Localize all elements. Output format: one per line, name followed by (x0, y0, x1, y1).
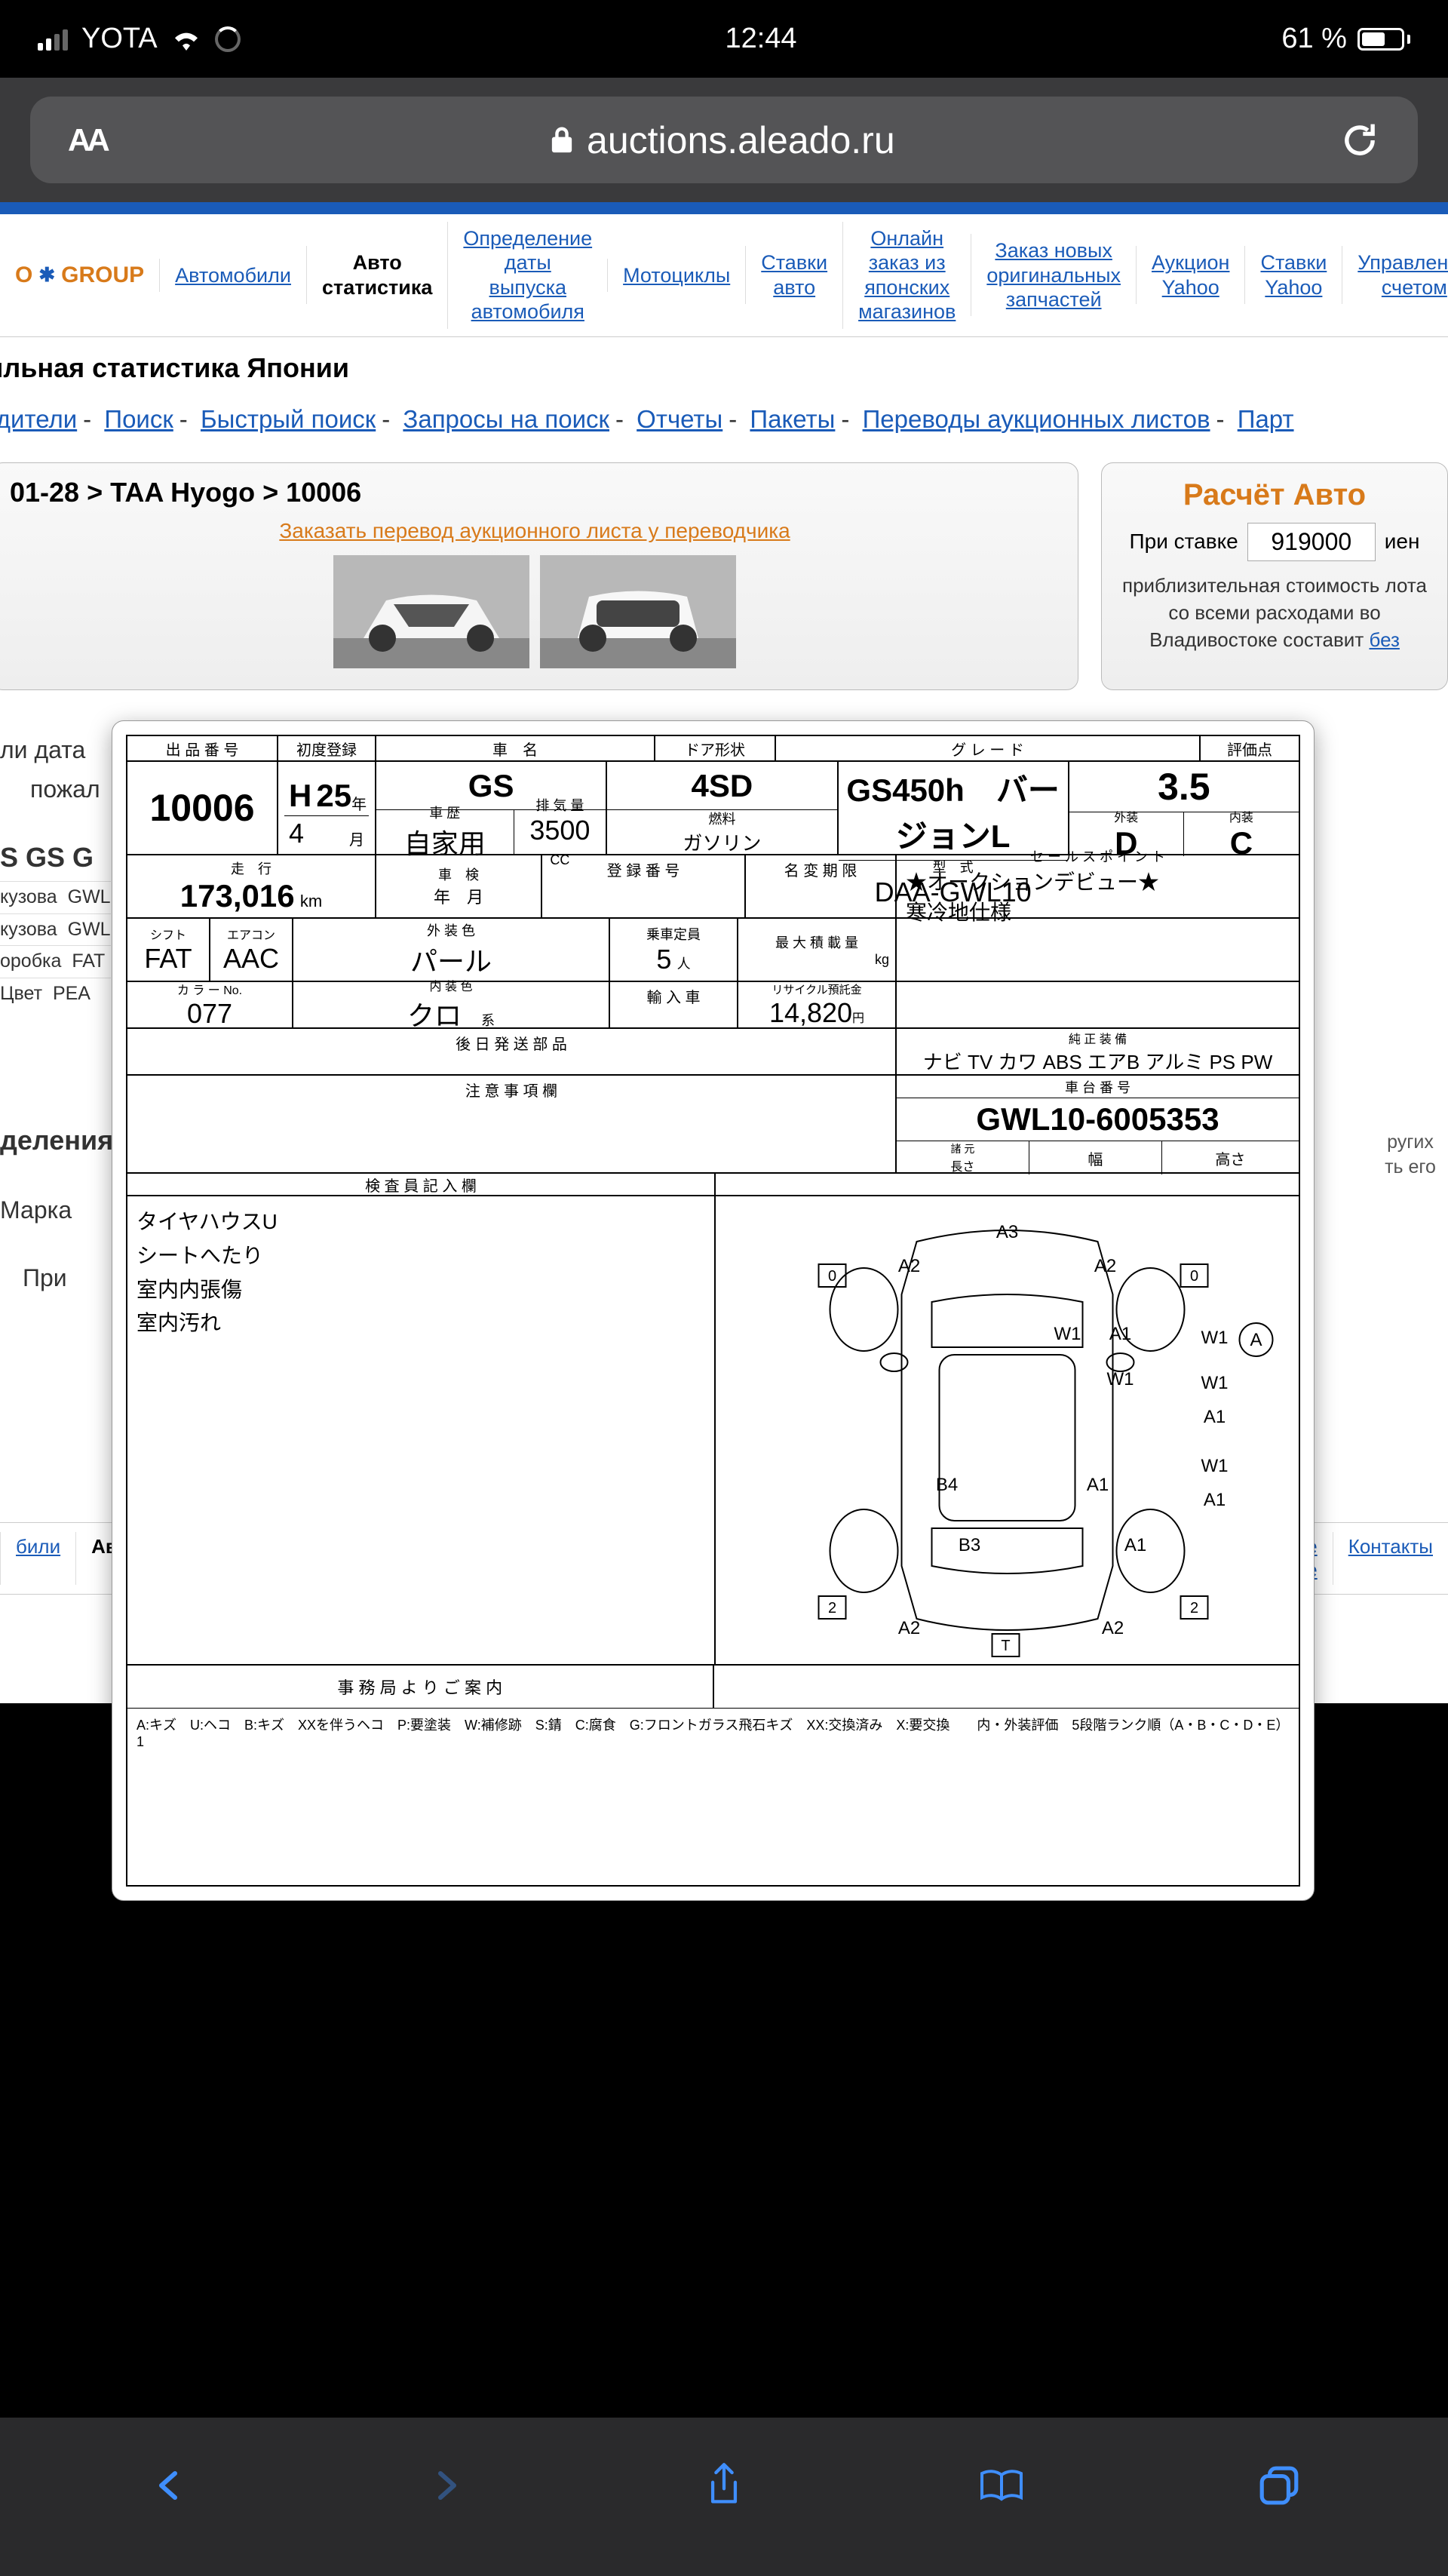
svg-text:A2: A2 (898, 1256, 920, 1276)
svg-text:2: 2 (1190, 1600, 1198, 1617)
signal-icon (38, 28, 68, 51)
share-button[interactable] (698, 2459, 750, 2512)
subnav-part[interactable]: Парт (1238, 405, 1294, 433)
lot-number: 10006 (127, 762, 278, 854)
nav-yahoo-bids[interactable]: Ставки Yahoo (1244, 246, 1342, 304)
nav-online-order[interactable]: Онлайн заказ из японских магазинов (842, 222, 971, 329)
svg-text:A: A (1250, 1330, 1262, 1350)
reload-button[interactable] (1339, 118, 1380, 163)
auction-score: 3.5 (1069, 762, 1299, 812)
calc-bid-label: При ставке (1130, 530, 1238, 554)
calc-title: Расчёт Авто (1117, 478, 1432, 512)
svg-text:W1: W1 (1201, 1373, 1229, 1393)
browser-chrome: AA auctions.aleado.ru (0, 78, 1448, 202)
bottom-nav-contacts[interactable]: Контакты (1333, 1532, 1448, 1585)
translate-link[interactable]: Заказать перевод аукционного листа у пер… (10, 514, 1060, 548)
ios-status-bar: YOTA 12:44 61 % (0, 0, 1448, 78)
chassis-number: GWL10-6005353 (897, 1098, 1299, 1141)
edge-text: ли дата (0, 730, 100, 769)
forward-button[interactable] (420, 2459, 473, 2512)
nav-date-determine[interactable]: Определение даты выпуска автомобиля (447, 222, 607, 329)
calc-currency: иен (1385, 530, 1420, 554)
svg-text:A1: A1 (1109, 1324, 1131, 1344)
subnav-manufacturers[interactable]: водители (0, 405, 77, 433)
svg-text:0: 0 (828, 1268, 836, 1285)
svg-text:T: T (1001, 1638, 1010, 1654)
nav-yahoo-auction[interactable]: Аукцион Yahoo (1136, 246, 1245, 304)
subnav-reports[interactable]: Отчеты (637, 405, 722, 433)
calc-bid-input[interactable] (1247, 523, 1376, 561)
top-nav: O ✱ GROUP Автомобили Авто статистика Опр… (0, 214, 1448, 337)
svg-text:W1: W1 (1201, 1456, 1229, 1476)
nav-account[interactable]: Управление счетом (1342, 246, 1448, 304)
calc-link[interactable]: без (1369, 628, 1399, 651)
svg-text:0: 0 (1190, 1268, 1198, 1285)
svg-text:2: 2 (828, 1600, 836, 1617)
subnav-search-requests[interactable]: Запросы на поиск (403, 405, 609, 433)
safari-tabbar (0, 2418, 1448, 2576)
damage-legend: A:キズ U:ヘコ B:キズ XXを伴うヘコ P:要塗装 W:補修跡 S:錆 C… (127, 1708, 1299, 1756)
loading-spinner-icon (215, 26, 241, 52)
gear-icon: ✱ (38, 263, 55, 287)
car-photo-front[interactable] (333, 555, 529, 668)
battery-icon (1358, 28, 1410, 51)
tabs-button[interactable] (1253, 2459, 1305, 2512)
svg-text:A3: A3 (996, 1222, 1018, 1242)
svg-text:B3: B3 (959, 1535, 980, 1555)
lot-panel: 01-28 > TAA Hyogo > 10006 Заказать перев… (0, 462, 1078, 690)
svg-text:A1: A1 (1204, 1490, 1226, 1510)
svg-text:A1: A1 (1087, 1475, 1109, 1495)
nav-motorcycles[interactable]: Мотоциклы (607, 259, 745, 292)
right-edge-panel: ругихть его (1373, 1130, 1448, 1179)
nav-parts-order[interactable]: Заказ новых оригинальных запчастей (971, 234, 1136, 316)
edge-heading: деления (0, 1119, 113, 1162)
svg-text:A2: A2 (898, 1618, 920, 1638)
calc-panel: Расчёт Авто При ставке иен приблизительн… (1101, 462, 1448, 690)
equipment: ナビ TV カワ ABS エアB アルミ PS PW (923, 1047, 1272, 1075)
bottom-nav-item[interactable]: били (0, 1532, 75, 1585)
svg-text:A1: A1 (1204, 1407, 1226, 1427)
bookmarks-button[interactable] (975, 2459, 1028, 2512)
svg-text:W1: W1 (1201, 1328, 1229, 1348)
subnav-quick-search[interactable]: Быстрый поиск (201, 405, 376, 433)
edge-label: При (0, 1230, 72, 1297)
edge-text: S GS G (0, 836, 94, 880)
svg-text:W1: W1 (1107, 1369, 1134, 1389)
clock: 12:44 (725, 23, 796, 55)
subnav-translations[interactable]: Переводы аукционных листов (863, 405, 1210, 433)
text-size-button[interactable]: AA (68, 122, 106, 158)
svg-text:A2: A2 (1094, 1256, 1116, 1276)
nav-auto-stats[interactable]: Авто статистика (306, 246, 447, 304)
url-bar[interactable]: auctions.aleado.ru (137, 118, 1309, 162)
svg-text:B4: B4 (936, 1475, 958, 1495)
car-photo-rear[interactable] (540, 555, 736, 668)
wifi-icon (171, 28, 201, 51)
lock-icon (551, 126, 573, 155)
edge-label: Марка (0, 1190, 72, 1230)
sub-nav: водители- Поиск- Быстрый поиск- Запросы … (0, 399, 1448, 440)
svg-text:A1: A1 (1124, 1535, 1146, 1555)
battery-percent: 61 % (1281, 23, 1347, 55)
subnav-search[interactable]: Поиск (104, 405, 173, 433)
nav-bids-auto[interactable]: Ставки авто (745, 246, 842, 304)
edge-text: пожал (0, 769, 100, 809)
breadcrumb: 01-28 > TAA Hyogo > 10006 (10, 477, 1060, 514)
subnav-packages[interactable]: Пакеты (750, 405, 835, 433)
inspector-notes: タイヤハウスU シートへたり 室内内張傷 室内汚れ (127, 1196, 716, 1664)
url-text: auctions.aleado.ru (587, 118, 895, 162)
nav-automobiles[interactable]: Автомобили (159, 259, 306, 292)
mileage: 173,016 (180, 878, 295, 913)
back-button[interactable] (143, 2459, 195, 2512)
damage-diagram: A3 A2 A2 0 0 W1 A1 W1 A W1 W1 A1 W1 A1 (716, 1196, 1299, 1664)
logo[interactable]: O ✱ GROUP (0, 263, 159, 288)
svg-text:W1: W1 (1054, 1324, 1081, 1344)
carrier-label: YOTA (81, 23, 158, 55)
calc-description: приблизительная стоимость лота со всеми … (1117, 572, 1432, 654)
page-title: бильная статистика Японии (0, 337, 1448, 399)
auction-sheet-overlay: 出 品 番 号 初度登録 車 名 ドア形状 グ レ ー ド 評価点 10006 … (112, 720, 1315, 1901)
svg-text:A2: A2 (1102, 1618, 1124, 1638)
door-type: 4SD (607, 762, 836, 810)
